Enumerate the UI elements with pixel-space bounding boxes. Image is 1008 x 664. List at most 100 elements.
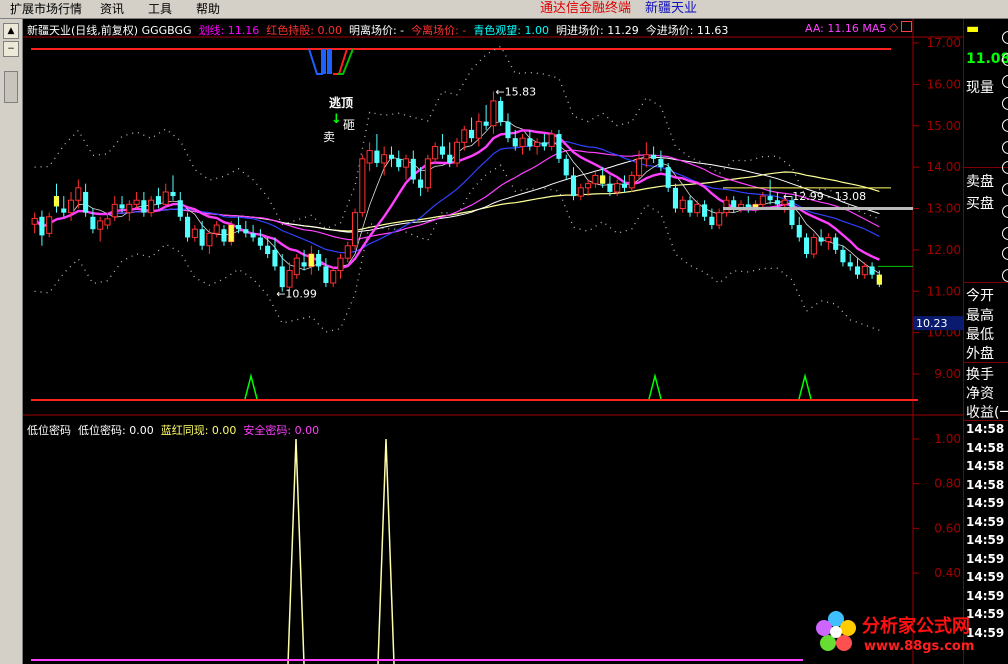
down-arrow-icon: ↓ <box>331 112 342 127</box>
price-axis-label: 17.00 <box>927 36 961 50</box>
maximize-icon[interactable] <box>901 21 912 32</box>
candle-body <box>424 158 431 189</box>
header-line-value: 划线: 11.16 <box>198 24 260 37</box>
candle-body <box>162 191 169 205</box>
menu-extended-market[interactable]: 扩展市场行情 <box>10 1 82 17</box>
tick-time: 14:59 <box>966 570 1005 584</box>
candle-body <box>119 204 125 209</box>
candle-body <box>337 257 344 272</box>
circle-icon[interactable] <box>1002 31 1008 44</box>
circle-icon[interactable] <box>1002 227 1008 240</box>
candle-body <box>628 174 635 189</box>
candle-body <box>272 249 278 267</box>
panel-top-icon: ▬ <box>966 21 980 37</box>
scroll-thumb[interactable] <box>4 71 18 103</box>
collapse-icon[interactable]: − <box>3 41 19 57</box>
panel-divider <box>964 420 1008 421</box>
chart-area[interactable]: 17.00 16.00 15.00 14.00 13.00 12.00 11.00 10.00… <box>23 19 963 664</box>
sub-axis-label: 0.80 <box>934 477 961 491</box>
circle-icon[interactable] <box>1002 269 1008 282</box>
candle-body <box>672 187 679 209</box>
candle-body <box>126 203 133 214</box>
circle-icon[interactable] <box>1002 97 1008 110</box>
candle-body <box>316 254 322 267</box>
watermark-text: 分析家公式网 <box>862 616 970 637</box>
label-volume: 现量 <box>966 80 994 96</box>
candle-body <box>344 245 351 259</box>
header-today-entry: 今进场价: 11.63 <box>645 24 729 37</box>
candle-body <box>293 257 300 276</box>
candle-body <box>803 237 810 255</box>
candle-body <box>854 266 861 275</box>
candle-body <box>847 262 853 267</box>
candle-body <box>206 232 213 247</box>
price-axis-label: 14.00 <box>927 160 961 174</box>
candle-yellow <box>228 225 234 242</box>
diamond-icon[interactable]: ◇ <box>889 20 898 34</box>
circle-icon[interactable] <box>1002 75 1008 88</box>
candle-body <box>789 200 795 226</box>
candle-body <box>527 138 533 147</box>
left-scrollbar[interactable]: ▲ − <box>0 19 23 664</box>
candle-body <box>541 142 547 147</box>
label-outer: 外盘 <box>966 346 994 362</box>
candle-body <box>512 138 518 147</box>
price-axis-label: 11.00 <box>927 284 961 298</box>
range-label: ←12.99 - 13.08 <box>783 190 866 203</box>
candle-body <box>301 262 307 267</box>
candle-body <box>257 237 263 246</box>
sub-axis-label: 0.40 <box>934 566 961 580</box>
candle-body <box>410 158 416 180</box>
scroll-up-icon[interactable]: ▲ <box>3 23 19 39</box>
menu-help[interactable]: 帮助 <box>196 1 220 17</box>
candle-body <box>61 208 67 213</box>
candle-body <box>243 229 249 234</box>
main-indicator-header: 新疆天业(日线,前复权) GGGBGG 划线: 11.16 红色持股: 0.00… <box>27 22 728 38</box>
circle-icon[interactable] <box>1002 161 1008 174</box>
circle-icon[interactable] <box>1002 53 1008 66</box>
header-title: 新疆天业(日线,前复权) GGGBGG <box>27 24 192 37</box>
kline-chart-svg: 17.0016.0015.0014.0013.0012.0011.0010.00… <box>23 19 963 664</box>
candle-body <box>636 158 643 176</box>
menu-bar: 扩展市场行情 资讯 工具 帮助 通达信金融终端 新疆天业 <box>0 0 1008 19</box>
circle-icon[interactable] <box>1002 205 1008 218</box>
label-earnings: 收益(一 <box>966 405 1008 421</box>
high-label: ←15.83 <box>495 85 536 98</box>
candle-body <box>818 237 824 242</box>
candle-body <box>658 158 664 168</box>
candle-body <box>155 196 161 205</box>
candle-body <box>213 224 220 234</box>
circle-icon[interactable] <box>1002 141 1008 154</box>
label-turnover: 换手 <box>966 367 994 383</box>
sub-header-safe-code: 安全密码: 0.00 <box>243 424 320 437</box>
circle-icon[interactable] <box>1002 183 1008 196</box>
candle-body <box>374 150 380 163</box>
menu-news[interactable]: 资讯 <box>100 1 124 17</box>
candle-body <box>323 266 329 283</box>
candle-body <box>461 129 468 143</box>
candle-body <box>141 200 147 213</box>
candle-body <box>75 187 82 201</box>
circle-icon[interactable] <box>1002 247 1008 260</box>
candle-body <box>402 158 410 168</box>
header-next-entry: 明进场价: 11.29 <box>556 24 639 37</box>
candle-body <box>702 204 708 217</box>
circle-icon[interactable] <box>1002 119 1008 132</box>
menu-tools[interactable]: 工具 <box>148 1 172 17</box>
label-ask: 卖盘 <box>966 174 994 190</box>
candle-body <box>592 174 599 185</box>
tick-time: 14:59 <box>966 496 1005 510</box>
candle-body <box>709 216 715 226</box>
candle-body <box>767 196 773 201</box>
candle-body <box>439 146 445 155</box>
panel-divider <box>964 282 1008 283</box>
panel-divider <box>964 362 1008 363</box>
tick-time: 14:59 <box>966 533 1005 547</box>
label-net-assets: 净资 <box>966 386 994 402</box>
price-axis-label: 9.00 <box>934 367 961 381</box>
candle-body <box>366 150 373 164</box>
candle-body <box>607 183 613 192</box>
candle-body <box>563 158 569 176</box>
right-quote-panel: ▬ 11.08 现量 卖盘 买盘 今开 最高 最低 外盘 换手 净资 收益(一 … <box>963 19 1008 664</box>
header-cyan-watch: 青色观望: 1.00 <box>473 24 550 37</box>
